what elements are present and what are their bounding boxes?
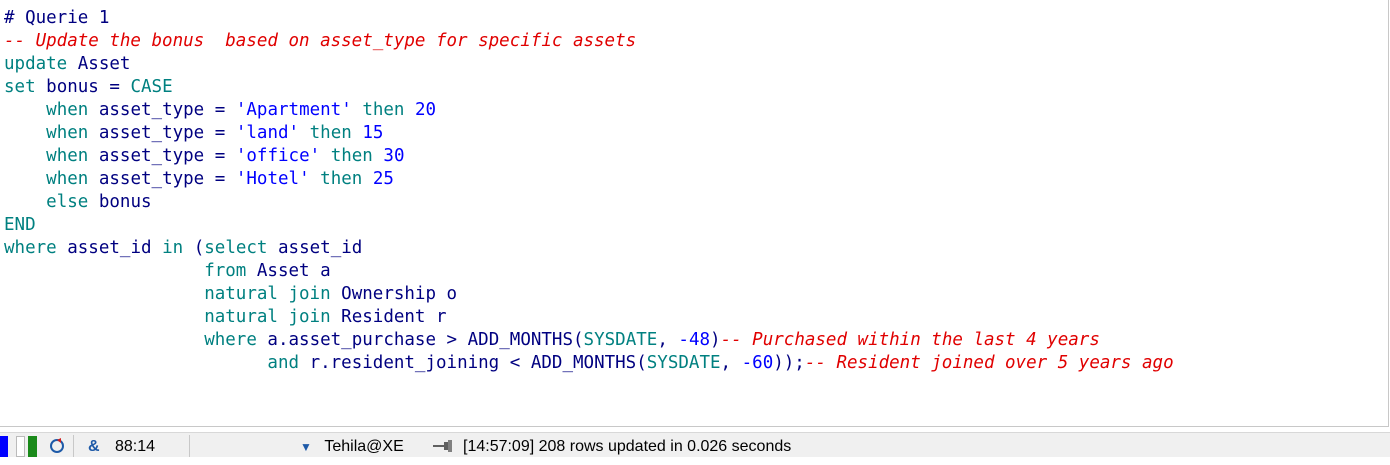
code-line-3: update Asset bbox=[4, 54, 131, 74]
comment-resident: -- Resident joined over 5 years ago bbox=[804, 353, 1174, 373]
code-line-9: else bonus bbox=[46, 192, 152, 212]
case-bonus: 15 bbox=[362, 123, 384, 143]
code-line-12: from Asset a bbox=[204, 261, 331, 281]
sql-code: # Querie 1 -- Update the bonus based on a… bbox=[4, 7, 1174, 375]
code-line-13: natural join Ownership o bbox=[204, 284, 458, 304]
comment-heading: # Querie 1 bbox=[4, 8, 110, 28]
case-value: 'Apartment' bbox=[235, 100, 352, 120]
white-indicator-icon bbox=[16, 436, 25, 457]
comment-description: -- Update the bonus based on asset_type … bbox=[4, 31, 637, 51]
status-divider bbox=[189, 435, 190, 457]
code-line-15: where a.asset_purchase > ADD_MONTHS(SYSD… bbox=[204, 330, 1100, 350]
code-line-8: when asset_type = 'Hotel' then 25 bbox=[46, 169, 394, 189]
case-value: 'Hotel' bbox=[235, 169, 310, 189]
status-divider bbox=[73, 435, 74, 457]
code-line-10: END bbox=[4, 215, 36, 235]
pin-icon[interactable] bbox=[432, 433, 456, 457]
ampersand-icon: & bbox=[88, 438, 100, 455]
refresh-icon[interactable] bbox=[48, 433, 68, 457]
case-bonus: 25 bbox=[372, 169, 394, 189]
sql-editor[interactable]: # Querie 1 -- Update the bonus based on a… bbox=[0, 0, 1389, 427]
code-line-16: and r.resident_joining < ADD_MONTHS(SYSD… bbox=[267, 353, 1174, 373]
connection-selector[interactable]: ▼ Tehila@XE bbox=[300, 433, 410, 457]
code-line-6: when asset_type = 'land' then 15 bbox=[46, 123, 384, 143]
code-line-2: -- Update the bonus based on asset_type … bbox=[4, 30, 1174, 53]
connection-label: Tehila@XE bbox=[324, 438, 404, 455]
code-line-11: where asset_id in (select asset_id bbox=[4, 238, 363, 258]
case-bonus: 20 bbox=[415, 100, 437, 120]
green-indicator-icon bbox=[28, 436, 37, 457]
cursor-position: 88:14 bbox=[115, 438, 156, 455]
status-message: [14:57:09] 208 rows updated in 0.026 sec… bbox=[463, 438, 792, 455]
blue-indicator-icon bbox=[0, 436, 8, 457]
code-line-4: set bonus = CASE bbox=[4, 77, 173, 97]
code-line-5: when asset_type = 'Apartment' then 20 bbox=[46, 100, 437, 120]
months-resident: -60 bbox=[741, 353, 774, 373]
months-purchase: -48 bbox=[678, 330, 711, 350]
case-bonus: 30 bbox=[383, 146, 405, 166]
code-line-1: # Querie 1 bbox=[4, 7, 1174, 30]
code-line-14: natural join Resident r bbox=[204, 307, 447, 327]
case-value: 'office' bbox=[235, 146, 321, 166]
code-line-7: when asset_type = 'office' then 30 bbox=[46, 146, 405, 166]
chevron-down-icon: ▼ bbox=[300, 440, 312, 454]
comment-purchase: -- Purchased within the last 4 years bbox=[720, 330, 1100, 350]
case-value: 'land' bbox=[235, 123, 300, 143]
status-bar: & 88:14 ▼ Tehila@XE [14:57:09] 208 rows … bbox=[0, 432, 1390, 457]
